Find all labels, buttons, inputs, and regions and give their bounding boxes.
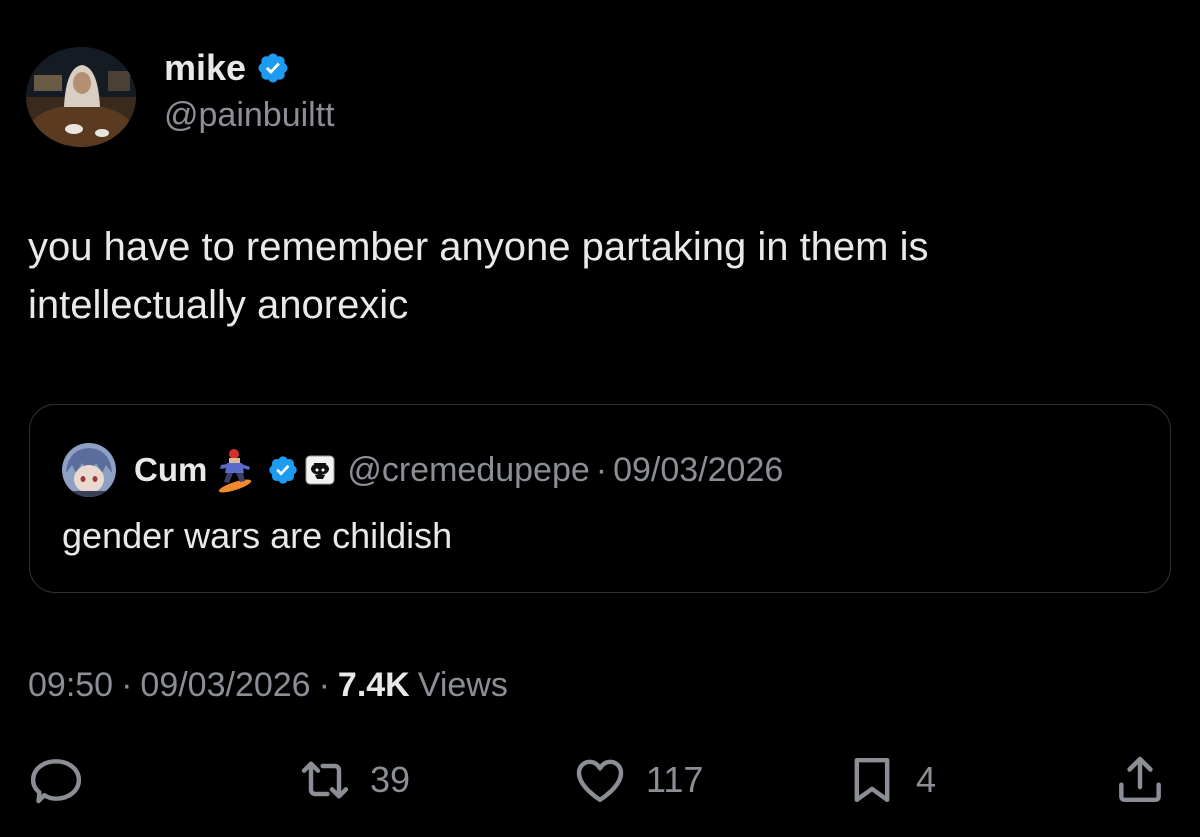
author-display-name[interactable]: mike	[164, 44, 246, 92]
verified-badge-icon[interactable]	[256, 51, 290, 85]
bookmark-count: 4	[916, 759, 937, 800]
author-name-row: mike	[164, 44, 290, 92]
snowboarder-emoji-icon	[215, 447, 255, 493]
quoted-tweet[interactable]: Cum @cremedupepe · 09/03/2026 gender war…	[29, 404, 1171, 593]
views-label: Views	[417, 665, 508, 704]
tweet-text: you have to remember anyone partaking in…	[28, 218, 1168, 334]
share-icon	[1110, 752, 1170, 808]
affiliate-badge-icon[interactable]	[305, 455, 335, 485]
reply-icon	[28, 752, 84, 808]
quoted-author-avatar[interactable]	[62, 443, 116, 497]
tweet-time[interactable]: 09:50	[28, 666, 113, 705]
retweet-icon	[296, 752, 354, 808]
retweet-button[interactable]: 39	[296, 752, 410, 808]
quoted-tweet-text: gender wars are childish	[62, 515, 453, 556]
like-count: 117	[646, 759, 704, 800]
bookmark-button[interactable]: 4	[844, 752, 936, 808]
quoted-header: Cum @cremedupepe · 09/03/2026	[134, 445, 783, 495]
author-avatar[interactable]	[26, 47, 136, 147]
tweet-date[interactable]: 09/03/2026	[140, 666, 310, 705]
share-button[interactable]	[1110, 752, 1170, 808]
heart-icon	[570, 752, 630, 808]
like-button[interactable]: 117	[570, 752, 703, 808]
author-handle[interactable]: @painbuiltt	[164, 92, 335, 138]
quoted-display-name[interactable]: Cum	[134, 451, 207, 489]
retweet-count: 39	[370, 759, 411, 800]
meta-separator: ·	[121, 665, 133, 704]
reply-button[interactable]	[28, 752, 84, 808]
meta-separator: ·	[318, 665, 330, 704]
tweet-meta: 09:50 · 09/03/2026 · 7.4K Views	[28, 660, 508, 710]
tweet-text-line-1: you have to remember anyone partaking in…	[28, 225, 929, 269]
quoted-verified-badge-icon[interactable]	[267, 454, 299, 486]
quoted-separator: ·	[595, 450, 608, 489]
quoted-handle[interactable]: @cremedupepe	[347, 451, 589, 490]
quoted-date[interactable]: 09/03/2026	[613, 451, 783, 490]
bookmark-icon	[844, 752, 900, 808]
tweet-text-line-2: intellectually anorexic	[28, 283, 409, 327]
views-count[interactable]: 7.4K	[338, 666, 410, 705]
